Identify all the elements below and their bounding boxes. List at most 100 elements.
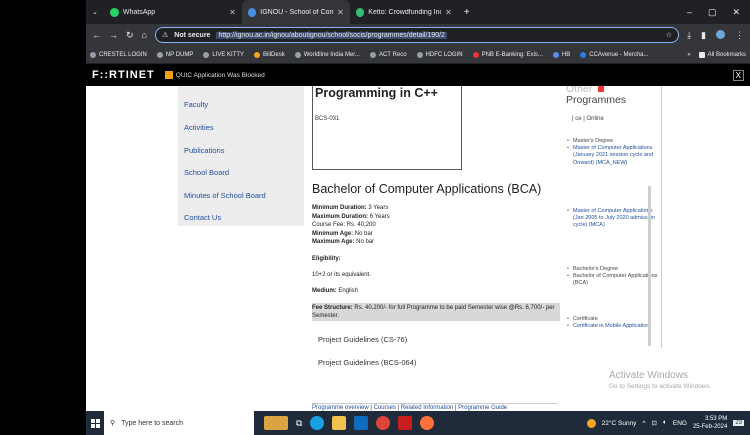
tab-search-icon[interactable]: ⌄ [86,8,104,16]
forward-arrow-icon[interactable]: → [109,30,118,40]
search-icon: ⚲ [110,420,116,427]
chrome-icon[interactable] [376,416,391,430]
browser-tabstrip: ⌄ WhatsApp ✕ IGNOU - School of Computer … [86,0,750,24]
windows-logo-icon [90,418,100,428]
all-bookmarks-button[interactable]: All Bookmarks [698,51,746,58]
tray-chevron-icon[interactable]: ^ [642,420,645,427]
bookmark-label: Worldline India Mer... [303,51,360,58]
fortinet-banner: F::RTINET QUIC Application Was Blocked X [86,64,750,86]
more-bookmarks-button[interactable]: » [687,52,690,58]
programme-link[interactable]: Certificate in Mobile Application [566,323,658,330]
nav-minutes[interactable]: Minutes of School Board [184,191,266,200]
programme-group: Bachelor's Degree Bachelor of Computer A… [566,266,658,288]
bookmark-item[interactable]: Worldline India Mer... [294,51,360,58]
system-tray: 22°C Sunny ^ ⊡ 🔈︎ ENG 3:53 PM 25-Feb-202… [586,415,750,431]
tab-title: Ketto: Crowdfunding India | Onl [368,8,441,16]
activate-title: Activate Windows [609,370,688,381]
activate-subtitle: Go to Settings to activate Windows. [609,383,712,390]
file-explorer-icon[interactable] [332,416,347,430]
search-placeholder: Type here to search [121,419,184,427]
maximize-button[interactable]: ▢ [708,7,717,18]
bookmark-item[interactable]: BillDesk [254,51,285,58]
acrobat-icon[interactable] [398,416,413,430]
label: Eligibility: [312,255,341,262]
max-age: Maximum Age: No bar [312,238,560,247]
bookmark-item[interactable]: LIVE KITTY [203,51,244,58]
alert-icon [164,71,173,79]
url-text[interactable]: http://ignou.ac.in/ignou/aboutignou/scho… [216,31,447,39]
not-secure-label: Not secure [174,31,211,39]
web-page: Faculty Activities Publications School B… [86,86,750,411]
fortinet-close-button[interactable]: X [732,69,744,81]
language-indicator[interactable]: ENG [673,420,687,427]
tab-whatsapp[interactable]: WhatsApp ✕ [104,0,242,24]
nav-school-board[interactable]: School Board [184,168,229,177]
notification-icon[interactable]: 23 [733,420,744,426]
clock[interactable]: 3:53 PM 25-Feb-2024 [693,415,727,431]
left-black-border [0,0,86,435]
task-view-icon[interactable]: ⧉ [296,418,302,429]
eligibility-text: 10+2 or its equivalent. [312,271,371,278]
close-window-button[interactable]: ✕ [732,7,740,18]
bookmark-item[interactable]: CCAvenue - Mercha... [580,51,649,58]
programme-link[interactable]: Master of Computer Applications (Jan 200… [566,208,658,230]
back-arrow-icon[interactable]: ← [92,30,101,40]
nav-activities[interactable]: Activities [184,123,214,132]
tab-ketto[interactable]: Ketto: Crowdfunding India | Onl ✕ [350,0,458,24]
volume-icon[interactable]: 🔈︎ [663,419,667,427]
network-icon[interactable]: ⊡ [652,419,657,427]
bookmark-item[interactable]: NP DUMP [156,51,194,58]
taskbar-search[interactable]: ⚲ Type here to search [104,411,254,435]
value: No bar [354,230,373,237]
bookmark-item[interactable]: ACT Reco [369,51,407,58]
bookmark-item[interactable]: HB [552,51,570,58]
globe-icon [156,51,163,58]
profile-avatar-icon[interactable] [716,29,725,39]
label: Fee Structure: [312,304,353,311]
tab-ignou[interactable]: IGNOU - School of Computer and ✕ [241,0,350,24]
bookmark-label: NP DUMP [165,51,194,58]
bookmark-star-icon[interactable]: ☆ [666,31,672,39]
close-tab-icon[interactable]: ✕ [229,8,236,17]
bookmark-item[interactable]: CRESTEL LOGIN [90,51,147,58]
bookmarks-right: » All Bookmarks [687,51,746,58]
programme-group: Master of Computer Applications (Jan 200… [566,208,658,230]
project-guideline-bcs064[interactable]: Project Guidelines (BCS-064) [318,358,560,367]
start-button[interactable] [86,411,104,435]
hb-icon [552,51,559,58]
project-guideline-cs76[interactable]: Project Guidelines (CS-76) [318,335,560,344]
bookmark-item[interactable]: PNB E-Banking: Exis... [472,51,543,58]
nav-publications[interactable]: Publications [184,146,224,155]
fee-structure: Fee Structure: Rs. 40,200/- for full Pro… [312,302,560,321]
widgets-icon[interactable] [264,416,288,430]
home-icon[interactable]: ⌂ [142,30,147,40]
minimize-button[interactable]: – [687,7,692,18]
globe-icon [416,51,423,58]
nav-faculty[interactable]: Faculty [184,100,208,109]
edge-icon[interactable] [310,416,325,430]
sidepanel-icon[interactable]: ▮ [701,30,706,41]
close-popup-icon[interactable] [598,86,604,92]
value: 3 Years [368,205,389,211]
firefox-icon[interactable] [420,416,435,430]
address-bar[interactable]: ⚠ Not secure http://ignou.ac.in/ignou/ab… [154,27,680,43]
programme-link[interactable]: Master of Computer Applications (January… [566,145,658,167]
group-head: Master's Degree [566,138,658,145]
close-tab-icon[interactable]: ✕ [337,8,344,17]
weather-text[interactable]: 22°C Sunny [602,420,637,427]
nav-contact-us[interactable]: Contact Us [184,213,221,222]
programme-link[interactable]: Bachelor of Computer Applications (BCA) [566,273,658,287]
label: Minimum Age: [312,230,354,237]
bookmark-item[interactable]: HDFC LOGIN [416,51,463,58]
close-tab-icon[interactable]: ✕ [445,8,452,17]
mode-tabs[interactable]: | ce | Online [572,116,604,122]
download-icon[interactable]: ⤓ [687,30,691,41]
outlook-icon[interactable] [354,416,369,430]
page-scrollbar[interactable] [648,186,651,346]
new-tab-button[interactable]: + [458,7,476,18]
reload-icon[interactable]: ↻ [126,30,134,41]
menu-kebab-icon[interactable]: ⋮ [735,30,744,41]
quic-blocked-notice: QUIC Application Was Blocked [164,71,265,79]
tab-title: WhatsApp [122,8,156,16]
time: 3:53 PM [704,416,728,422]
